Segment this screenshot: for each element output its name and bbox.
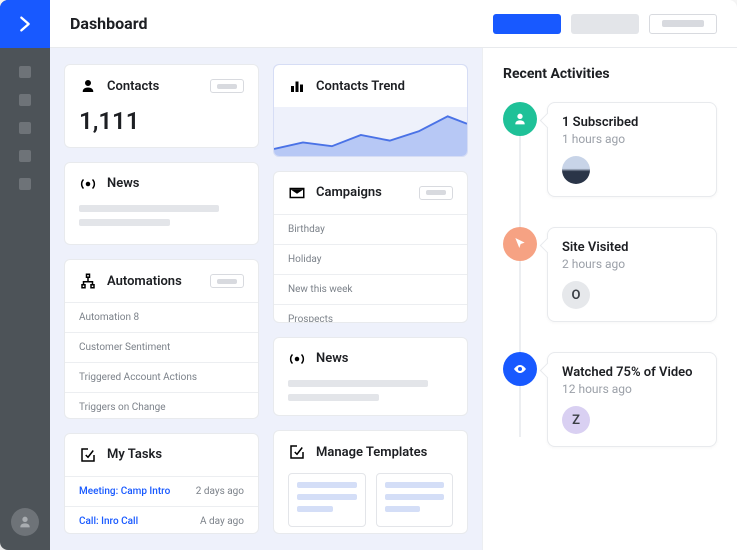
list-item[interactable]: Birthday	[274, 214, 467, 244]
check-box-icon	[79, 446, 97, 464]
list-item[interactable]: New this week	[274, 274, 467, 304]
card-title: Campaigns	[316, 185, 382, 200]
column-left: Contacts 1,111 News	[64, 64, 259, 534]
card-title: Manage Templates	[316, 445, 427, 460]
card-title: Contacts	[107, 79, 159, 94]
contacts-count: 1,111	[65, 107, 258, 148]
column-right: Contacts Trend Campaigns	[273, 64, 468, 534]
placeholder-lines	[274, 380, 467, 417]
user-avatar-rail[interactable]	[11, 508, 39, 536]
activity-avatar	[562, 156, 590, 184]
template-thumb[interactable]	[288, 473, 366, 527]
activity-bubble[interactable]: 1 Subscribed 1 hours ago	[547, 102, 717, 197]
nav-item[interactable]	[19, 178, 31, 190]
list-item[interactable]: Triggered Account Actions	[65, 362, 258, 392]
activity-bubble[interactable]: Watched 75% of Video 12 hours ago Z	[547, 352, 717, 447]
activity-time: 2 hours ago	[562, 257, 702, 271]
brand-logo[interactable]	[0, 0, 50, 48]
activity-item: Site Visited 2 hours ago O	[547, 227, 717, 322]
app-shell: Dashboard Contacts 1,111	[0, 0, 737, 550]
activity-avatar: O	[562, 281, 590, 309]
check-box-icon	[288, 443, 306, 461]
bar-chart-icon	[288, 77, 306, 95]
topbar: Dashboard	[50, 0, 737, 48]
mail-icon	[288, 184, 306, 202]
list-item[interactable]: Triggers on Change	[65, 392, 258, 419]
card-title: News	[316, 351, 348, 366]
contacts-card[interactable]: Contacts 1,111	[64, 64, 259, 148]
cursor-icon	[512, 236, 528, 252]
card-title: Contacts Trend	[316, 79, 405, 94]
trend-sparkline	[274, 107, 467, 157]
trend-card[interactable]: Contacts Trend	[273, 64, 468, 157]
card-chip[interactable]	[210, 79, 244, 93]
activity-time: 1 hours ago	[562, 132, 702, 146]
person-icon	[17, 514, 33, 530]
dashboard-grid: Contacts 1,111 News	[50, 48, 482, 550]
activities-panel: Recent Activities 1 Subscribed 1 hours a…	[482, 48, 737, 550]
card-title: My Tasks	[107, 447, 162, 462]
topbar-actions	[493, 14, 717, 34]
nav-rail	[0, 0, 50, 550]
activity-badge	[503, 227, 537, 261]
automations-card[interactable]: Automations Automation 8 Customer Sentim…	[64, 259, 259, 419]
list-item[interactable]: Automation 8	[65, 302, 258, 332]
nav-item[interactable]	[19, 122, 31, 134]
nav-item[interactable]	[19, 94, 31, 106]
activity-badge	[503, 102, 537, 136]
nav-item[interactable]	[19, 66, 31, 78]
task-row[interactable]: Call: Inro Call A day ago	[65, 506, 258, 534]
activity-title: Watched 75% of Video	[562, 365, 702, 380]
activity-bubble[interactable]: Site Visited 2 hours ago O	[547, 227, 717, 322]
task-link[interactable]: Call: Inro Call	[79, 516, 138, 527]
activity-avatar: Z	[562, 406, 590, 434]
main-area: Dashboard Contacts 1,111	[50, 0, 737, 550]
templates-body	[274, 473, 467, 534]
activity-feed: 1 Subscribed 1 hours ago Site Visited 2 …	[503, 102, 717, 447]
placeholder-lines	[65, 205, 258, 246]
card-chip[interactable]	[419, 186, 453, 200]
card-title: Automations	[107, 274, 182, 289]
tertiary-action[interactable]	[649, 14, 717, 34]
list-item[interactable]: Holiday	[274, 244, 467, 274]
broadcast-icon	[288, 350, 306, 368]
nav-items	[19, 66, 31, 190]
primary-action[interactable]	[493, 14, 561, 34]
card-chip[interactable]	[210, 274, 244, 288]
nav-item[interactable]	[19, 150, 31, 162]
task-time: A day ago	[200, 516, 244, 527]
page-title: Dashboard	[70, 14, 147, 33]
activity-title: Site Visited	[562, 240, 702, 255]
activity-item: Watched 75% of Video 12 hours ago Z	[547, 352, 717, 447]
activity-title: 1 Subscribed	[562, 115, 702, 130]
list-item[interactable]: Customer Sentiment	[65, 332, 258, 362]
activity-item: 1 Subscribed 1 hours ago	[547, 102, 717, 197]
task-link[interactable]: Meeting: Camp Intro	[79, 486, 170, 497]
activity-time: 12 hours ago	[562, 382, 702, 396]
broadcast-icon	[79, 175, 97, 193]
task-row[interactable]: Meeting: Camp Intro 2 days ago	[65, 476, 258, 506]
templates-card[interactable]: Manage Templates	[273, 430, 468, 534]
news-card[interactable]: News	[64, 162, 259, 246]
secondary-action[interactable]	[571, 14, 639, 34]
template-thumb[interactable]	[376, 473, 454, 527]
person-icon	[512, 111, 528, 127]
tasks-card[interactable]: My Tasks Meeting: Camp Intro 2 days ago …	[64, 433, 259, 534]
task-time: 2 days ago	[196, 486, 244, 497]
news-card-2[interactable]: News	[273, 337, 468, 417]
activities-title: Recent Activities	[503, 66, 717, 82]
list-item[interactable]: Prospects	[274, 304, 467, 323]
person-icon	[79, 77, 97, 95]
tree-icon	[79, 272, 97, 290]
eye-icon	[512, 361, 528, 377]
body: Contacts 1,111 News	[50, 48, 737, 550]
campaigns-card[interactable]: Campaigns Birthday Holiday New this week…	[273, 171, 468, 323]
card-title: News	[107, 176, 139, 191]
chevron-right-icon	[14, 13, 36, 35]
activity-badge	[503, 352, 537, 386]
